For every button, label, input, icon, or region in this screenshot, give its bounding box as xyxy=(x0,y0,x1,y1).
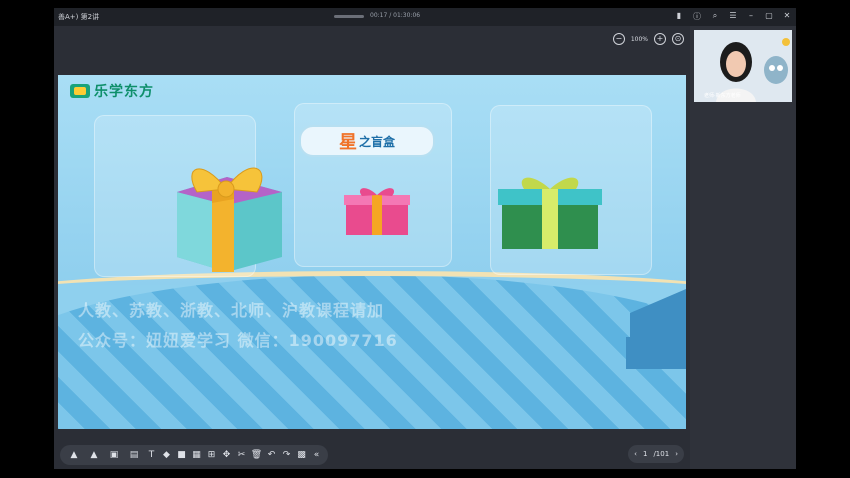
gift-large-icon[interactable] xyxy=(162,147,292,277)
right-sidebar: 老师·新东方老师 xyxy=(690,26,796,469)
logo-icon xyxy=(70,84,90,98)
rect-icon[interactable]: ■ xyxy=(176,450,187,461)
minimize-icon[interactable]: – xyxy=(746,11,756,22)
pen-red-icon[interactable]: ▲ xyxy=(66,447,82,463)
window-controls: ▮ ⓘ ⌕ ☰ – ▢ ✕ xyxy=(674,11,792,22)
gallery-icon[interactable]: ▩ xyxy=(296,450,307,461)
bottom-toolbar: ▲ ▲ ▣ ▤ T ◆ ■ ▦ ⊞ ✥ ✂ 🗑 ↶ ↷ ▩ « ‹ 1 /101… xyxy=(54,441,796,469)
watermark-line-2: 公众号：妞妞爱学习 微信：19009​7716 xyxy=(78,331,398,350)
watermark-line-1: 人教、苏教、浙教、北师、沪教课程请加 xyxy=(78,301,385,320)
signal-icon: ▮ xyxy=(676,11,682,20)
playback-timer: 00:17 / 01:30:06 xyxy=(370,12,421,19)
blind-box-title: 星 之盲盒 xyxy=(299,125,435,157)
restore-icon[interactable]: ▢ xyxy=(764,11,774,22)
page-navigator: ‹ 1 /101 › xyxy=(628,445,684,463)
app-window: 善A+) 第2讲 00:17 / 01:30:06 ▮ ⓘ ⌕ ☰ – ▢ ✕ … xyxy=(54,8,796,469)
title-bar: 善A+) 第2讲 00:17 / 01:30:06 ▮ ⓘ ⌕ ☰ – ▢ ✕ xyxy=(54,8,796,26)
prev-page-icon[interactable]: ‹ xyxy=(634,450,637,458)
teacher-camera: 老师·新东方老师 xyxy=(694,30,792,102)
title-rest: 之盲盒 xyxy=(358,134,395,149)
info-icon[interactable]: ⓘ xyxy=(692,11,702,22)
slide-canvas: 乐学东方 星 之盲盒 人教、苏教、浙教、北师、沪教课程请加 公众号：妞妞爱学习 … xyxy=(58,75,686,429)
tool-group: ▲ ▲ ▣ ▤ T ◆ ■ ▦ ⊞ ✥ ✂ 🗑 ↶ ↷ ▩ « xyxy=(60,445,328,465)
redo-icon[interactable]: ↷ xyxy=(281,450,292,461)
camera-label: 老师·新东方老师 xyxy=(704,93,741,99)
zoom-in-icon[interactable]: + xyxy=(654,33,666,45)
delete-icon[interactable]: 🗑 xyxy=(251,450,262,461)
move-icon[interactable]: ✥ xyxy=(221,450,232,461)
zoom-level: 100% xyxy=(630,35,648,43)
pen-green-icon[interactable]: ▲ xyxy=(86,447,102,463)
fit-screen-icon[interactable]: ⊙ xyxy=(672,33,684,45)
cut-icon[interactable]: ✂ xyxy=(236,450,247,461)
window-title: 善A+) 第2讲 xyxy=(58,13,100,21)
brand-logo: 乐学东方 xyxy=(70,81,154,101)
gift-small-icon[interactable] xyxy=(342,183,412,238)
logo-text: 乐学东方 xyxy=(94,84,154,100)
text-icon[interactable]: T xyxy=(146,450,157,461)
current-page[interactable]: 1 xyxy=(643,450,647,458)
total-pages: /101 xyxy=(653,450,670,458)
playback-progress[interactable] xyxy=(334,15,364,18)
shape-icon[interactable]: ◆ xyxy=(161,450,172,461)
title-star-char: 星 xyxy=(338,132,357,153)
undo-icon[interactable]: ↶ xyxy=(266,450,277,461)
image-icon[interactable]: ▦ xyxy=(191,450,202,461)
zoom-out-icon[interactable]: − xyxy=(612,33,625,45)
eraser-icon[interactable]: ▣ xyxy=(106,447,122,463)
page-icon[interactable]: ▤ xyxy=(126,447,142,463)
menu-icon[interactable]: ☰ xyxy=(728,11,738,22)
next-page-icon[interactable]: › xyxy=(675,450,678,458)
gift-green-icon[interactable] xyxy=(494,169,606,251)
search-icon[interactable]: ⌕ xyxy=(710,11,720,22)
collapse-icon[interactable]: « xyxy=(311,450,322,461)
zoom-bar: − 100% + ⊙ xyxy=(54,26,690,52)
grid-icon[interactable]: ⊞ xyxy=(206,450,217,461)
close-icon[interactable]: ✕ xyxy=(782,11,792,22)
